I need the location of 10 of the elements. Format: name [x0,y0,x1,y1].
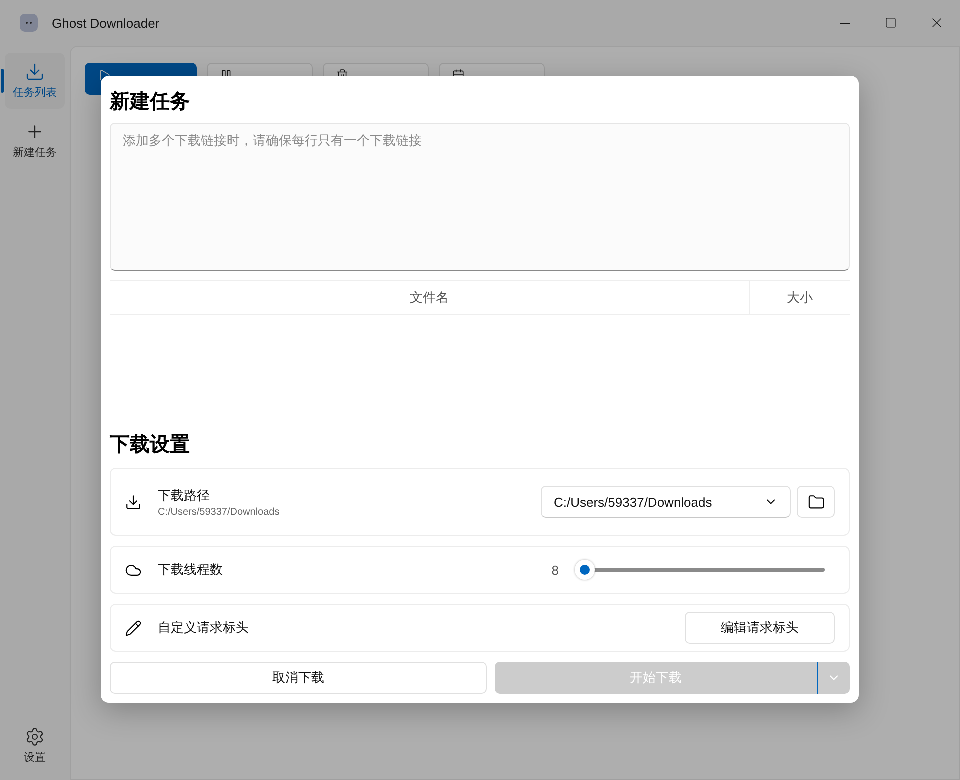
setting-subtitle: C:/Users/59337/Downloads [158,506,281,518]
setting-title: 下载线程数 [158,561,224,579]
column-header: 大小 [748,281,850,314]
slider-reading: 8 [552,562,559,578]
section-title: 下载设置 [110,433,191,458]
window-title: Ghost Downloader [52,16,161,30]
column-header: 文件名 [408,288,450,306]
setting-title: 自定义请求标头 [158,619,250,637]
dialog-title: 新建任务 [110,90,191,115]
setting-title: 下载路径 [158,486,211,504]
